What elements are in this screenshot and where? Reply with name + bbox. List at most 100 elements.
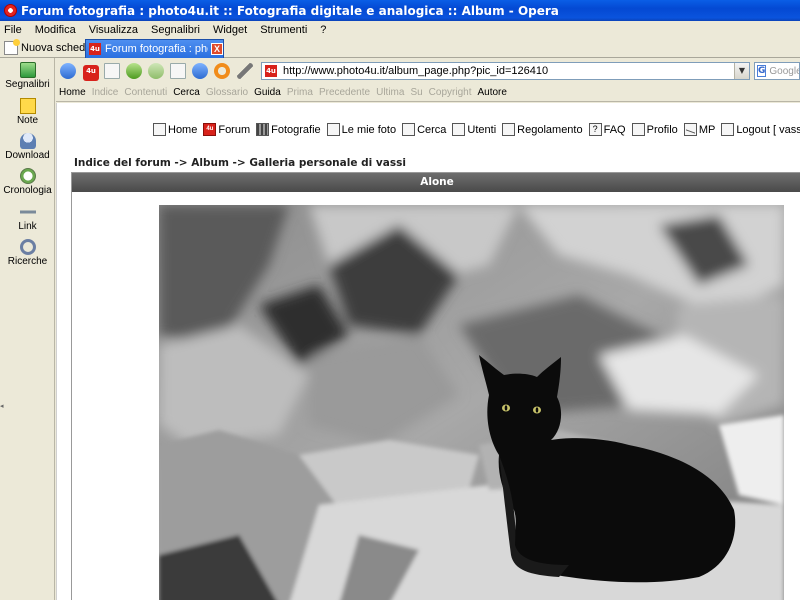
panel-resize-handle[interactable]: ◂	[0, 402, 4, 410]
panel-item-ricerche[interactable]: Ricerche	[0, 239, 55, 267]
forum-link-label: MP	[698, 123, 716, 136]
bookmark-icon	[19, 62, 36, 78]
forward-icon[interactable]	[148, 63, 164, 79]
forum-link-forum[interactable]: 4u Forum	[203, 123, 250, 136]
forum-link-label: Profilo	[646, 123, 678, 136]
toolbar: 4u 4u http://www.photo4u.it/album_page.p…	[56, 58, 800, 84]
forum-link-faq[interactable]: ? FAQ	[588, 123, 626, 136]
album-photo[interactable]	[159, 205, 784, 600]
forum-link-home[interactable]: Home	[153, 123, 197, 136]
forum-link-label: Forum	[218, 123, 251, 136]
menu-visualizza[interactable]: Visualizza	[89, 24, 138, 36]
address-bar[interactable]: 4u http://www.photo4u.it/album_page.php?…	[261, 62, 750, 80]
breadcrumb[interactable]: Indice del forum -> Album -> Galleria pe…	[74, 157, 406, 169]
nav-su: Su	[410, 87, 423, 98]
nav-contenuti: Contenuti	[124, 87, 168, 98]
link-icon	[19, 204, 36, 220]
reload-icon[interactable]	[214, 63, 230, 79]
google-icon[interactable]: G	[757, 65, 767, 77]
menu-bar: File Modifica Visualizza Segnalibri Widg…	[0, 21, 800, 38]
forum-link-fotografie[interactable]: Fotografie	[256, 123, 321, 136]
panel-item-cronologia[interactable]: Cronologia	[0, 168, 55, 196]
forum-link-label: Logout [ vassi ]	[736, 123, 800, 136]
rules-icon	[502, 123, 516, 136]
page-icon[interactable]	[170, 63, 186, 79]
nav-home[interactable]: Home	[59, 87, 86, 98]
nav-prima: Prima	[286, 87, 313, 98]
users-icon	[452, 123, 466, 136]
page-content: Home 4u Forum Fotografie Le mie foto Cer…	[56, 103, 800, 600]
forum-link-mp[interactable]: MP	[683, 123, 716, 136]
nav-copyright: Copyright	[428, 87, 472, 98]
site-favicon-icon: 4u	[265, 65, 277, 77]
forum-link-label: Fotografie	[271, 123, 321, 136]
forum-link-logout[interactable]: Logout [ vassi ]	[721, 123, 800, 136]
new-tab-button[interactable]: Nuova scheda	[4, 39, 91, 57]
tab-title: Forum fotografia : photo...	[105, 43, 208, 55]
forum-link-profilo[interactable]: Profilo	[631, 123, 678, 136]
navigation-bar: Home Indice Contenuti Cerca Glossario Gu…	[56, 84, 800, 102]
window-title: Forum fotografia : photo4u.it :: Fotogra…	[21, 3, 559, 18]
panel-item-label: Segnalibri	[5, 79, 50, 90]
site-favicon-icon[interactable]: 4u	[83, 65, 99, 81]
tab-bar: Nuova scheda 4u Forum fotografia : photo…	[0, 38, 800, 58]
faq-icon: ?	[588, 123, 602, 136]
history-icon	[19, 168, 36, 184]
forum-link-label: Cerca	[417, 123, 447, 136]
menu-modifica[interactable]: Modifica	[35, 24, 76, 36]
menu-widget[interactable]: Widget	[213, 24, 247, 36]
nav-precedente: Precedente	[318, 87, 371, 98]
forum-link-label: Regolamento	[517, 123, 583, 136]
search-icon	[402, 123, 416, 136]
rewind-icon[interactable]	[60, 63, 76, 79]
back-icon[interactable]	[126, 63, 142, 79]
site-favicon-icon: 4u	[89, 43, 101, 55]
nav-guida[interactable]: Guida	[254, 87, 281, 98]
forum-link-label: FAQ	[603, 123, 626, 136]
forum-nav-links: Home 4u Forum Fotografie Le mie foto Cer…	[153, 123, 800, 136]
panel-item-label: Ricerche	[7, 256, 48, 267]
page-icon[interactable]	[104, 63, 120, 79]
nav-cerca[interactable]: Cerca	[173, 87, 200, 98]
panel-item-link[interactable]: Link	[0, 204, 55, 232]
mail-icon	[683, 123, 697, 136]
tab-forum-fotografia[interactable]: 4u Forum fotografia : photo... X	[85, 39, 224, 58]
menu-file[interactable]: File	[4, 24, 22, 36]
download-icon	[19, 133, 36, 149]
panel-item-segnalibri[interactable]: Segnalibri	[0, 62, 55, 90]
search-placeholder: Google	[769, 65, 800, 77]
edit-icon[interactable]	[237, 63, 253, 79]
forum-link-le-mie-foto[interactable]: Le mie foto	[326, 123, 397, 136]
opera-logo-icon	[4, 4, 17, 17]
search-input[interactable]: G Google	[754, 62, 800, 80]
forum-link-label: Home	[168, 123, 198, 136]
nav-indice: Indice	[91, 87, 119, 98]
forum-link-regolamento[interactable]: Regolamento	[502, 123, 583, 136]
menu-segnalibri[interactable]: Segnalibri	[151, 24, 200, 36]
logout-icon	[721, 123, 735, 136]
fast-forward-icon[interactable]	[192, 63, 208, 79]
panel-item-download[interactable]: Download	[0, 133, 55, 161]
window-title-bar[interactable]: Forum fotografia : photo4u.it :: Fotogra…	[0, 0, 800, 21]
panel-item-note[interactable]: Note	[0, 98, 55, 126]
profile-icon	[631, 123, 645, 136]
address-url[interactable]: http://www.photo4u.it/album_page.php?pic…	[283, 65, 548, 77]
forum-link-label: Utenti	[467, 123, 497, 136]
panel-item-label: Note	[16, 115, 39, 126]
my-photos-icon	[326, 123, 340, 136]
menu-help[interactable]: ?	[320, 24, 326, 36]
new-tab-icon	[4, 39, 20, 55]
side-panel: Segnalibri Note Download Cronologia Link…	[0, 58, 55, 600]
black-cat-photo	[159, 205, 784, 600]
panel-item-label: Link	[18, 221, 37, 232]
forum-link-cerca[interactable]: Cerca	[402, 123, 446, 136]
panel-item-label: Cronologia	[3, 185, 52, 196]
close-tab-icon[interactable]: X	[211, 43, 223, 55]
forum-link-label: Le mie foto	[341, 123, 397, 136]
panel-item-label: Download	[5, 150, 50, 161]
nav-autore[interactable]: Autore	[477, 87, 506, 98]
menu-strumenti[interactable]: Strumenti	[260, 24, 307, 36]
search-icon	[19, 239, 36, 255]
forum-link-utenti[interactable]: Utenti	[452, 123, 496, 136]
chevron-down-icon[interactable]: ▼	[734, 63, 749, 79]
